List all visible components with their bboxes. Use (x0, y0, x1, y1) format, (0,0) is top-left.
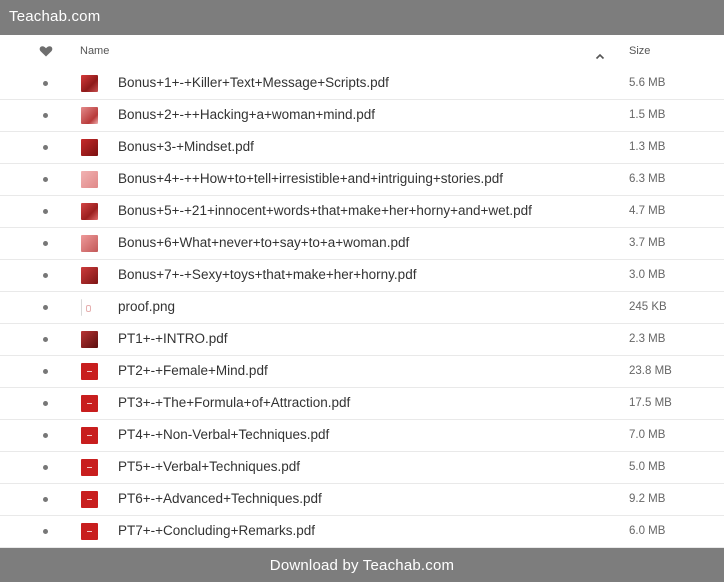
file-size: 4.7 MB (629, 205, 666, 217)
bullet-icon (43, 465, 48, 470)
file-name[interactable]: Bonus+2+-++Hacking+a+woman+mind.pdf (118, 107, 375, 122)
file-list-header: Name Size (0, 35, 724, 69)
column-header-size[interactable]: Size (629, 45, 650, 57)
file-size: 2.3 MB (629, 333, 666, 345)
file-name[interactable]: proof.png (118, 299, 175, 314)
file-name[interactable]: Bonus+4+-++How+to+tell+irresistible+and+… (118, 171, 503, 186)
bullet-icon (43, 81, 48, 86)
file-thumbnail-icon[interactable] (81, 299, 99, 316)
file-row[interactable]: Bonus+3-+Mindset.pdf 1.3 MB (0, 132, 724, 164)
file-name[interactable]: PT6+-+Advanced+Techniques.pdf (118, 491, 322, 506)
file-row[interactable]: PT1+-+INTRO.pdf 2.3 MB (0, 324, 724, 356)
column-header-name[interactable]: Name (80, 45, 109, 57)
bullet-icon (43, 401, 48, 406)
file-row[interactable]: PT4+-+Non-Verbal+Techniques.pdf 7.0 MB (0, 420, 724, 452)
file-thumbnail-icon[interactable] (81, 395, 98, 412)
file-row[interactable]: Bonus+6+What+never+to+say+to+a+woman.pdf… (0, 228, 724, 260)
file-name[interactable]: PT1+-+INTRO.pdf (118, 331, 228, 346)
file-size: 23.8 MB (629, 365, 672, 377)
chevron-up-icon[interactable] (595, 47, 605, 60)
bullet-icon (43, 529, 48, 534)
file-row[interactable]: PT5+-+Verbal+Techniques.pdf 5.0 MB (0, 452, 724, 484)
download-label[interactable]: Download by Teachab.com (0, 557, 724, 574)
top-bar: Teachab.com (0, 0, 724, 35)
file-row[interactable]: Bonus+7+-+Sexy+toys+that+make+her+horny.… (0, 260, 724, 292)
file-size: 7.0 MB (629, 429, 666, 441)
bottom-bar: Download by Teachab.com (0, 548, 724, 582)
file-size: 6.3 MB (629, 173, 666, 185)
file-list: Bonus+1+-+Killer+Text+Message+Scripts.pd… (0, 68, 724, 548)
file-row[interactable]: PT3+-+The+Formula+of+Attraction.pdf 17.5 … (0, 388, 724, 420)
file-size: 245 KB (629, 301, 667, 313)
file-name[interactable]: PT5+-+Verbal+Techniques.pdf (118, 459, 300, 474)
file-size: 5.0 MB (629, 461, 666, 473)
bullet-icon (43, 113, 48, 118)
bullet-icon (43, 273, 48, 278)
file-row[interactable]: Bonus+2+-++Hacking+a+woman+mind.pdf 1.5 M… (0, 100, 724, 132)
file-thumbnail-icon[interactable] (81, 427, 98, 444)
file-name[interactable]: Bonus+7+-+Sexy+toys+that+make+her+horny.… (118, 267, 416, 282)
file-name[interactable]: Bonus+1+-+Killer+Text+Message+Scripts.pd… (118, 75, 389, 90)
file-thumbnail-icon[interactable] (81, 139, 98, 156)
file-row[interactable]: proof.png 245 KB (0, 292, 724, 324)
file-thumbnail-icon[interactable] (81, 267, 98, 284)
bullet-icon (43, 145, 48, 150)
file-thumbnail-icon[interactable] (81, 203, 98, 220)
file-row[interactable]: Bonus+5+-+21+innocent+words+that+make+he… (0, 196, 724, 228)
file-size: 6.0 MB (629, 525, 666, 537)
file-row[interactable]: Bonus+1+-+Killer+Text+Message+Scripts.pd… (0, 68, 724, 100)
file-thumbnail-icon[interactable] (81, 331, 98, 348)
file-name[interactable]: Bonus+5+-+21+innocent+words+that+make+he… (118, 203, 532, 218)
file-row[interactable]: PT6+-+Advanced+Techniques.pdf 9.2 MB (0, 484, 724, 516)
file-size: 3.7 MB (629, 237, 666, 249)
file-thumbnail-icon[interactable] (81, 171, 98, 188)
bullet-icon (43, 337, 48, 342)
bullet-icon (43, 209, 48, 214)
bullet-icon (43, 497, 48, 502)
file-row[interactable]: PT7+-+Concluding+Remarks.pdf 6.0 MB (0, 516, 724, 548)
file-thumbnail-icon[interactable] (81, 75, 98, 92)
file-thumbnail-icon[interactable] (81, 235, 98, 252)
file-thumbnail-icon[interactable] (81, 491, 98, 508)
site-title: Teachab.com (9, 8, 101, 25)
file-size: 3.0 MB (629, 269, 666, 281)
file-name[interactable]: PT2+-+Female+Mind.pdf (118, 363, 268, 378)
heart-icon[interactable] (39, 44, 53, 58)
file-size: 5.6 MB (629, 77, 666, 89)
file-row[interactable]: Bonus+4+-++How+to+tell+irresistible+and+… (0, 164, 724, 196)
file-name[interactable]: PT7+-+Concluding+Remarks.pdf (118, 523, 315, 538)
bullet-icon (43, 177, 48, 182)
file-size: 9.2 MB (629, 493, 666, 505)
file-size: 17.5 MB (629, 397, 672, 409)
file-name[interactable]: PT4+-+Non-Verbal+Techniques.pdf (118, 427, 329, 442)
file-name[interactable]: Bonus+3-+Mindset.pdf (118, 139, 254, 154)
file-thumbnail-icon[interactable] (81, 523, 98, 540)
bullet-icon (43, 369, 48, 374)
file-thumbnail-icon[interactable] (81, 107, 98, 124)
file-thumbnail-icon[interactable] (81, 459, 98, 476)
bullet-icon (43, 305, 48, 310)
file-size: 1.5 MB (629, 109, 666, 121)
file-size: 1.3 MB (629, 141, 666, 153)
file-thumbnail-icon[interactable] (81, 363, 98, 380)
bullet-icon (43, 433, 48, 438)
file-name[interactable]: Bonus+6+What+never+to+say+to+a+woman.pdf (118, 235, 409, 250)
bullet-icon (43, 241, 48, 246)
file-name[interactable]: PT3+-+The+Formula+of+Attraction.pdf (118, 395, 350, 410)
file-row[interactable]: PT2+-+Female+Mind.pdf 23.8 MB (0, 356, 724, 388)
